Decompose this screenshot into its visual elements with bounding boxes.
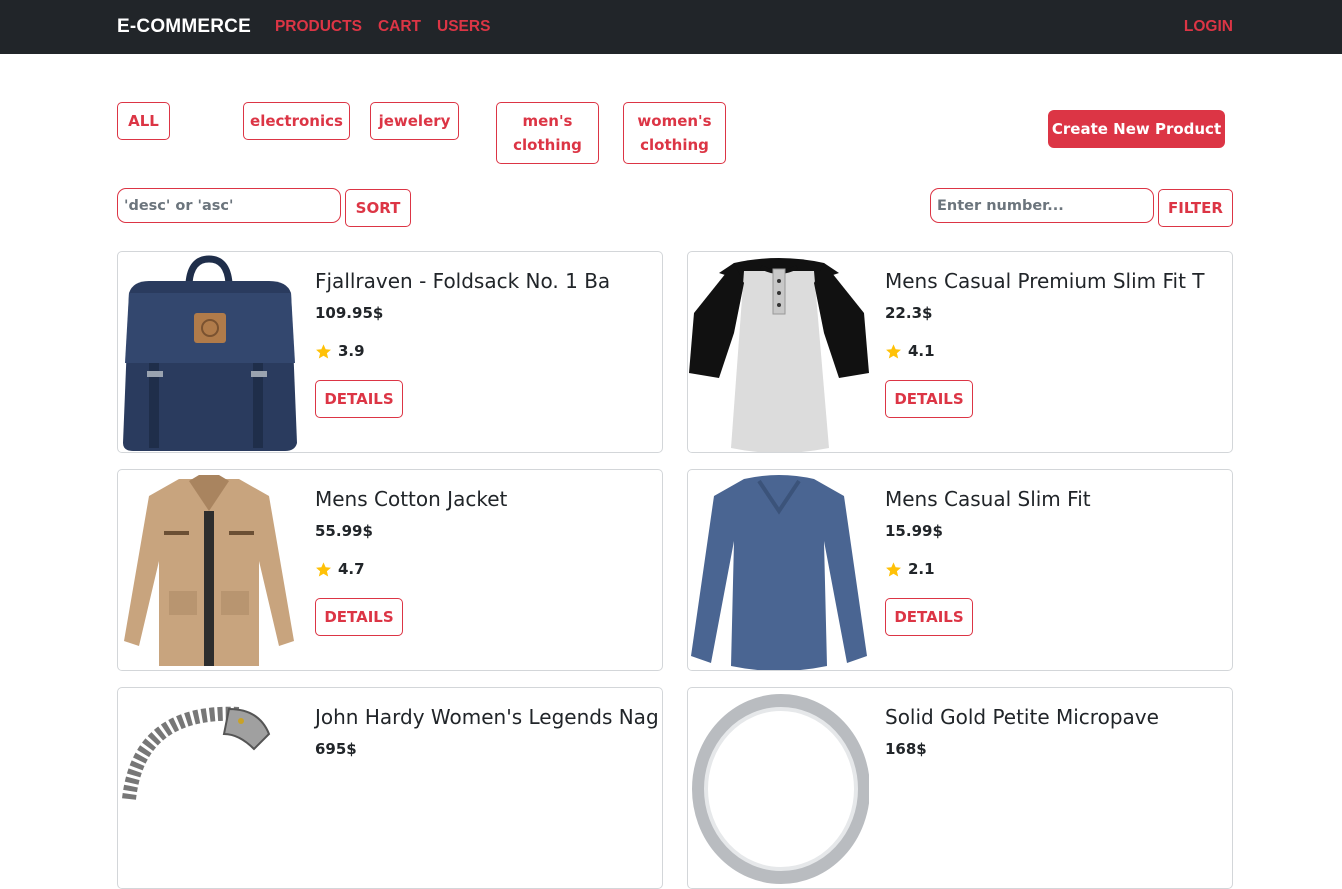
product-image-longsleeve-shirt[interactable]: [689, 471, 869, 671]
filter-button-label: FILTER: [1168, 199, 1223, 217]
category-womens-clothing-button[interactable]: women's clothing: [623, 102, 726, 164]
category-jewelery-button[interactable]: jewelery: [370, 102, 459, 140]
product-price: 695$: [315, 740, 357, 758]
category-mens-label-line2: clothing: [513, 136, 582, 154]
category-womens-label-line2: clothing: [640, 136, 709, 154]
details-button-label: DETAILS: [894, 608, 964, 626]
product-image-bracelet[interactable]: [119, 689, 299, 889]
sort-input[interactable]: [117, 188, 341, 223]
nav-link-login[interactable]: LOGIN: [1184, 18, 1233, 36]
product-image-backpack[interactable]: [119, 253, 299, 453]
details-button[interactable]: DETAILS: [315, 598, 403, 636]
product-rating-value: 2.1: [908, 560, 935, 578]
category-mens-label-line1: men's: [522, 112, 573, 130]
product-rating-value: 3.9: [338, 342, 365, 360]
sort-button-label: SORT: [355, 199, 401, 217]
product-card: John Hardy Women's Legends Nag 695$: [117, 687, 663, 889]
product-rating-value: 4.1: [908, 342, 935, 360]
product-rating: 4.1: [885, 342, 935, 360]
category-electronics-button[interactable]: electronics: [243, 102, 350, 140]
nav-link-users[interactable]: USERS: [437, 18, 490, 36]
filter-input[interactable]: [930, 188, 1154, 223]
details-button-label: DETAILS: [894, 390, 964, 408]
create-new-product-button[interactable]: Create New Product: [1048, 110, 1225, 148]
details-button[interactable]: DETAILS: [885, 380, 973, 418]
details-button[interactable]: DETAILS: [885, 598, 973, 636]
category-jewelery-label: jewelery: [378, 112, 451, 130]
details-button-label: DETAILS: [324, 608, 394, 626]
product-image-raglan-tshirt[interactable]: [689, 253, 869, 453]
brand-logo[interactable]: E-COMMERCE: [117, 16, 251, 38]
product-image-jacket[interactable]: [119, 471, 299, 671]
product-rating: 4.7: [315, 560, 365, 578]
product-title[interactable]: Mens Casual Slim Fit: [885, 487, 1091, 511]
product-rating: 2.1: [885, 560, 935, 578]
star-icon: [316, 561, 331, 576]
nav-link-cart[interactable]: CART: [378, 18, 421, 36]
product-card: Mens Casual Premium Slim Fit T 22.3$ 4.1…: [687, 251, 1233, 453]
star-icon: [316, 343, 331, 358]
category-womens-label-line1: women's: [637, 112, 712, 130]
star-icon: [886, 561, 901, 576]
product-price: 168$: [885, 740, 927, 758]
product-image-ring[interactable]: [689, 689, 869, 889]
product-card: Fjallraven - Foldsack No. 1 Ba 109.95$ 3…: [117, 251, 663, 453]
product-title[interactable]: Solid Gold Petite Micropave: [885, 705, 1159, 729]
product-price: 15.99$: [885, 522, 943, 540]
details-button[interactable]: DETAILS: [315, 380, 403, 418]
product-card: Mens Casual Slim Fit 15.99$ 2.1 DETAILS: [687, 469, 1233, 671]
details-button-label: DETAILS: [324, 390, 394, 408]
category-electronics-label: electronics: [250, 112, 343, 130]
category-all-label: ALL: [128, 112, 159, 130]
star-icon: [886, 343, 901, 358]
product-price: 55.99$: [315, 522, 373, 540]
product-title[interactable]: John Hardy Women's Legends Nag: [315, 705, 659, 729]
product-card: Mens Cotton Jacket 55.99$ 4.7 DETAILS: [117, 469, 663, 671]
product-price: 22.3$: [885, 304, 933, 322]
product-title[interactable]: Fjallraven - Foldsack No. 1 Ba: [315, 269, 610, 293]
product-price: 109.95$: [315, 304, 384, 322]
product-title[interactable]: Mens Cotton Jacket: [315, 487, 507, 511]
product-rating: 3.9: [315, 342, 365, 360]
product-title[interactable]: Mens Casual Premium Slim Fit T: [885, 269, 1205, 293]
filter-button[interactable]: FILTER: [1158, 189, 1233, 227]
product-rating-value: 4.7: [338, 560, 365, 578]
product-card: Solid Gold Petite Micropave 168$: [687, 687, 1233, 889]
create-new-product-label: Create New Product: [1051, 120, 1222, 138]
sort-button[interactable]: SORT: [345, 189, 411, 227]
nav-link-products[interactable]: PRODUCTS: [275, 18, 362, 36]
category-mens-clothing-button[interactable]: men's clothing: [496, 102, 599, 164]
category-all-button[interactable]: ALL: [117, 102, 170, 140]
navbar: E-COMMERCE PRODUCTS CART USERS LOGIN: [0, 0, 1342, 54]
